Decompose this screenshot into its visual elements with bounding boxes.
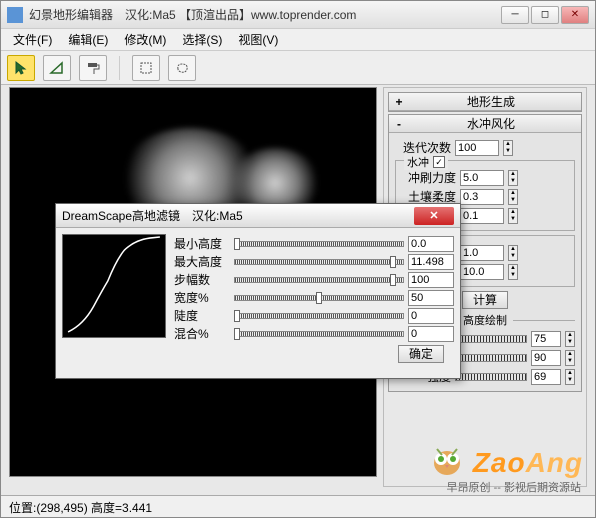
dialog-titlebar[interactable]: DreamScape高地滤镜 汉化:Ma5 ✕ [56, 204, 460, 228]
blend-label: 混合% [174, 325, 230, 342]
toolbar-separator [119, 56, 120, 80]
width-slider[interactable] [234, 293, 404, 303]
cursor-icon [13, 60, 29, 76]
main-window: 幻景地形编辑器 汉化:Ma5 【顶渲出品】www.toprender.com ─… [0, 0, 596, 518]
spin-buttons[interactable]: ▲▼ [508, 170, 518, 186]
rollup-title: 水冲风化 [405, 115, 577, 132]
minimize-button[interactable]: ─ [501, 6, 529, 24]
rollup-title: 地形生成 [405, 93, 577, 110]
window-controls: ─ ◻ ✕ [501, 6, 589, 24]
status-text: 位置:(298,495) 高度=3.441 [9, 501, 152, 515]
draw-strength-slider[interactable] [455, 373, 527, 381]
iter-spin-buttons[interactable]: ▲▼ [503, 140, 513, 156]
width-label: 宽度% [174, 289, 230, 306]
spin-buttons[interactable]: ▲▼ [508, 208, 518, 224]
min-height-label: 最小高度 [174, 235, 230, 252]
steps-label: 步幅数 [174, 271, 230, 288]
blend-slider[interactable] [234, 329, 404, 339]
menu-modify[interactable]: 修改(M) [116, 29, 174, 50]
brush-soft-input[interactable]: 90 [531, 350, 561, 366]
menu-view[interactable]: 视图(V) [230, 29, 286, 50]
maximize-button[interactable]: ◻ [531, 6, 559, 24]
spin-buttons[interactable]: ▲▼ [508, 189, 518, 205]
spin-buttons[interactable]: ▲▼ [508, 245, 518, 261]
toolbar [1, 51, 595, 85]
soil-soft-input[interactable]: 0.3 [460, 189, 504, 205]
status-bar: 位置:(298,495) 高度=3.441 [1, 495, 595, 517]
tool-slope-button[interactable] [43, 55, 71, 81]
rollup-terrain-gen: + 地形生成 [388, 92, 582, 112]
tool-rect-select-button[interactable] [132, 55, 160, 81]
rollup-header-erosion[interactable]: - 水冲风化 [389, 115, 581, 133]
expand-icon: + [393, 95, 405, 109]
menu-select[interactable]: 选择(S) [174, 29, 230, 50]
curve-icon [63, 235, 165, 337]
close-button[interactable]: ✕ [561, 6, 589, 24]
min-height-input[interactable]: 0.0 [408, 236, 454, 252]
water-group-title: 水冲 ✓ [404, 154, 448, 170]
spin-buttons[interactable]: ▲▼ [565, 369, 575, 385]
wind-angle-input[interactable]: 10.0 [460, 264, 504, 280]
brush-size-slider[interactable] [455, 335, 527, 343]
width-input[interactable]: 50 [408, 290, 454, 306]
marquee-rect-icon [138, 60, 154, 76]
filter-dialog: DreamScape高地滤镜 汉化:Ma5 ✕ 最小高度 0.0 最大高度 11.4… [55, 203, 461, 379]
ok-button[interactable]: 确定 [398, 345, 444, 363]
wind-strength-input[interactable]: 1.0 [460, 245, 504, 261]
tool-select-button[interactable] [7, 55, 35, 81]
window-title: 幻景地形编辑器 汉化:Ma5 【顶渲出品】www.toprender.com [29, 6, 501, 23]
brush-force-input[interactable]: 5.0 [460, 170, 504, 186]
collapse-icon: - [393, 117, 405, 131]
steep-label: 陡度 [174, 307, 230, 324]
titlebar: 幻景地形编辑器 汉化:Ma5 【顶渲出品】www.toprender.com ─… [1, 1, 595, 29]
dialog-body: 最小高度 0.0 最大高度 11.498 步幅数 100 宽度% 50 陡度 0 混合% 0… [56, 228, 460, 374]
tool-lasso-button[interactable] [168, 55, 196, 81]
blend-input[interactable]: 0 [408, 326, 454, 342]
steep-input[interactable]: 0 [408, 308, 454, 324]
max-height-label: 最大高度 [174, 253, 230, 270]
slope-icon [49, 60, 65, 76]
brush-size-input[interactable]: 75 [531, 331, 561, 347]
lasso-icon [174, 60, 190, 76]
menubar: 文件(F) 编辑(E) 修改(M) 选择(S) 视图(V) [1, 29, 595, 51]
max-height-slider[interactable] [234, 257, 404, 267]
steep-slider[interactable] [234, 311, 404, 321]
brush-soft-slider[interactable] [455, 354, 527, 362]
spin-buttons[interactable]: ▲▼ [508, 264, 518, 280]
steps-input[interactable]: 100 [408, 272, 454, 288]
roller-icon [85, 60, 101, 76]
surface-dep-input[interactable]: 0.1 [460, 208, 504, 224]
draw-strength-input[interactable]: 69 [531, 369, 561, 385]
compute-button[interactable]: 计算 [462, 291, 508, 309]
brush-force-label: 冲刷力度 [400, 169, 456, 186]
iter-input[interactable]: 100 [455, 140, 499, 156]
menu-file[interactable]: 文件(F) [5, 29, 60, 50]
steps-slider[interactable] [234, 275, 404, 285]
dialog-close-button[interactable]: ✕ [414, 207, 454, 225]
spin-buttons[interactable]: ▲▼ [565, 350, 575, 366]
tool-brush-button[interactable] [79, 55, 107, 81]
max-height-input[interactable]: 11.498 [408, 254, 454, 270]
rollup-header-gen[interactable]: + 地形生成 [389, 93, 581, 111]
water-enable-checkbox[interactable]: ✓ [433, 156, 445, 168]
dialog-title: DreamScape高地滤镜 汉化:Ma5 [62, 207, 414, 224]
curve-preview[interactable] [62, 234, 166, 338]
dialog-params: 最小高度 0.0 最大高度 11.498 步幅数 100 宽度% 50 陡度 0 混合% 0… [174, 234, 454, 368]
menu-edit[interactable]: 编辑(E) [60, 29, 116, 50]
min-height-slider[interactable] [234, 239, 404, 249]
spin-buttons[interactable]: ▲▼ [565, 331, 575, 347]
app-icon [7, 7, 23, 23]
